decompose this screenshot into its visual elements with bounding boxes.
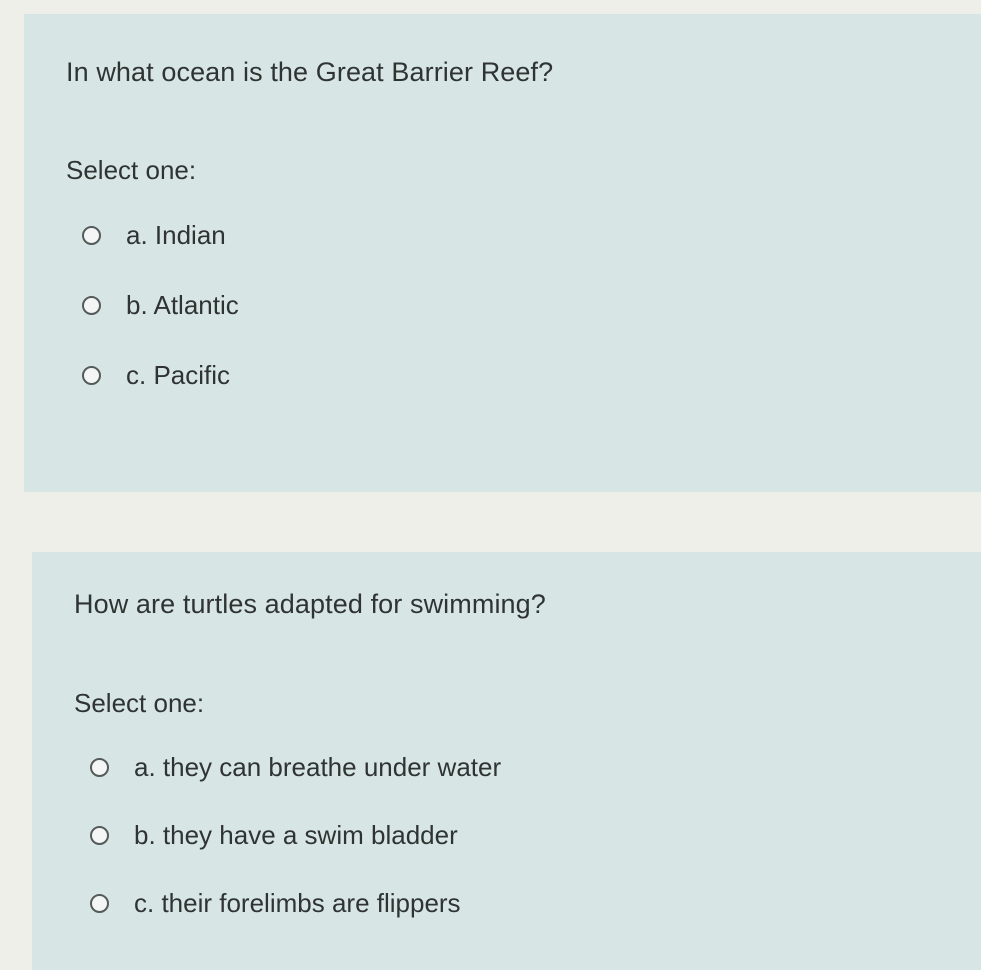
answer-option-b[interactable]: b. Atlantic bbox=[82, 290, 239, 321]
radio-button[interactable] bbox=[90, 826, 109, 845]
radio-button[interactable] bbox=[82, 366, 101, 385]
select-one-label: Select one: bbox=[66, 155, 197, 185]
option-label: a. Indian bbox=[126, 220, 226, 250]
answer-option-b[interactable]: b. they have a swim bladder bbox=[90, 820, 458, 851]
question-text: In what ocean is the Great Barrier Reef? bbox=[66, 57, 554, 87]
radio-button[interactable] bbox=[82, 296, 101, 315]
answer-option-c[interactable]: c. Pacific bbox=[82, 360, 230, 391]
question-card-2: How are turtles adapted for swimming? Se… bbox=[32, 552, 981, 970]
question-text: How are turtles adapted for swimming? bbox=[74, 589, 546, 619]
option-label: b. Atlantic bbox=[126, 290, 239, 320]
option-label: c. Pacific bbox=[126, 360, 231, 390]
answer-option-a[interactable]: a. they can breathe under water bbox=[90, 752, 501, 783]
option-label: a. they can breathe under water bbox=[134, 752, 502, 782]
option-label: c. their forelimbs are flippers bbox=[134, 888, 461, 918]
question-card-1: In what ocean is the Great Barrier Reef?… bbox=[24, 14, 981, 492]
radio-button[interactable] bbox=[90, 758, 109, 777]
radio-button[interactable] bbox=[82, 226, 101, 245]
answer-option-a[interactable]: a. Indian bbox=[82, 220, 226, 251]
answer-option-c[interactable]: c. their forelimbs are flippers bbox=[90, 888, 461, 919]
option-label: b. they have a swim bladder bbox=[134, 820, 458, 850]
select-one-label: Select one: bbox=[74, 688, 205, 718]
radio-button[interactable] bbox=[90, 894, 109, 913]
